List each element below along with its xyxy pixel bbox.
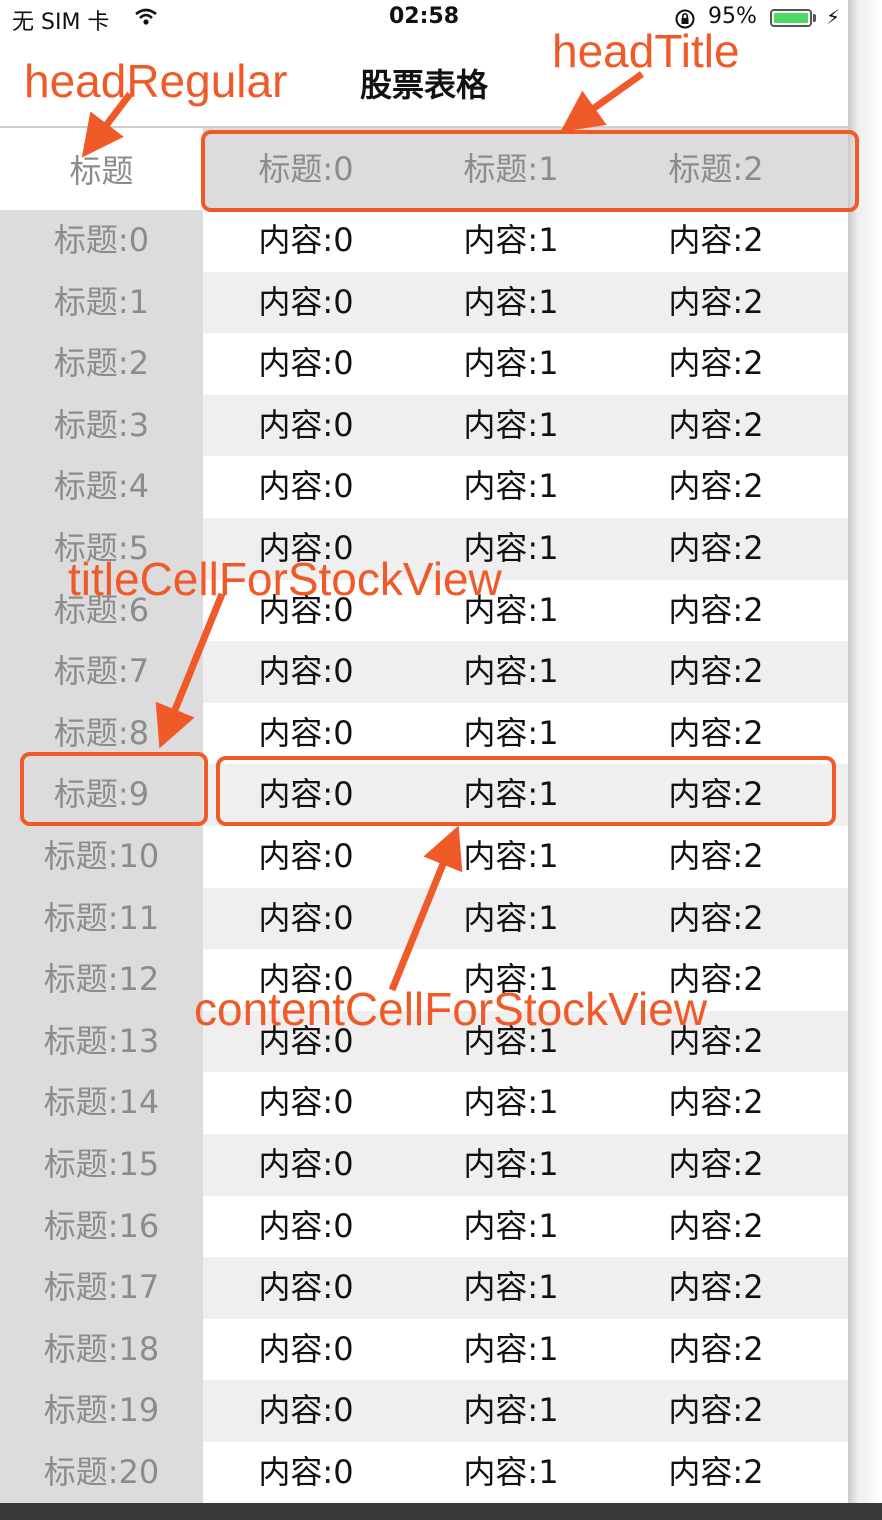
arrow-title-cell [155,592,226,749]
arrow-head-title [560,71,645,133]
arrow-head-regular [81,91,133,158]
annotation-arrows [81,71,645,992]
arrow-content-cell [388,825,463,992]
